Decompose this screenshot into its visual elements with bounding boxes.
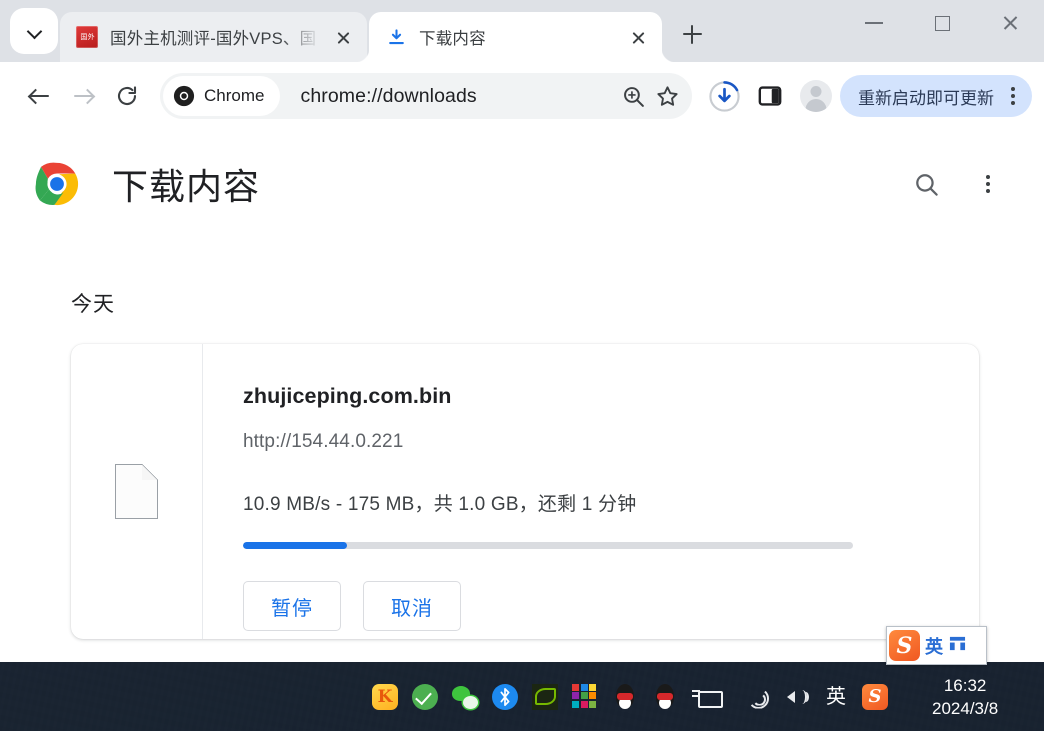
close-icon: [631, 30, 646, 45]
taskbar-clock[interactable]: 16:32 2024/3/8: [932, 674, 998, 720]
page-title: 下载内容: [112, 166, 261, 207]
volume-icon[interactable]: [786, 686, 810, 708]
side-panel-icon: [758, 86, 782, 106]
wechat-icon[interactable]: [452, 684, 478, 710]
sogou-input-mode-label[interactable]: 英: [925, 633, 943, 659]
wifi-icon[interactable]: [746, 686, 770, 708]
kebab-menu-icon[interactable]: [1002, 85, 1024, 107]
zoom-in-button[interactable]: [616, 79, 650, 113]
search-icon: [915, 173, 938, 196]
download-file-icon-column: [71, 344, 203, 639]
bookmark-button[interactable]: [650, 79, 684, 113]
nvidia-icon[interactable]: [532, 683, 558, 710]
download-favicon: [385, 26, 407, 48]
chevron-down-icon: [28, 25, 41, 38]
tab-strip: 国外主机测评-国外VPS、国 下载内容: [0, 0, 1044, 62]
tab-label: 国外主机测评-国外VPS、国: [110, 30, 317, 48]
qq-icon-2[interactable]: [652, 683, 678, 710]
downloads-progress-icon: [708, 80, 740, 112]
taskbar-system-tray: 英 S 16:32 2024/3/8: [746, 674, 1044, 720]
downloads-page: zhujiceping.com 下载内容: [0, 130, 1044, 662]
download-status-text: 10.9 MB/s - 175 MB，共 1.0 GB，还剩 1 分钟: [243, 494, 637, 515]
downloads-page-header: 下载内容: [0, 130, 1044, 210]
new-tab-button[interactable]: [670, 12, 714, 56]
zoom-in-icon: [623, 86, 644, 107]
chrome-logo-icon: [173, 85, 195, 107]
taskbar-tray-icons: K: [372, 683, 723, 710]
downloads-menu-button[interactable]: [972, 168, 1004, 200]
reload-icon: [117, 86, 137, 105]
bluetooth-icon[interactable]: [492, 683, 518, 710]
download-actions: 暂停 取消: [243, 581, 979, 631]
windows-taskbar: K 英 S 16:32 2024/3/8: [0, 662, 1044, 731]
update-button-label: 重新启动即可更新: [858, 88, 994, 108]
profile-button[interactable]: [794, 74, 838, 118]
forward-button[interactable]: [62, 75, 104, 117]
arrow-right-icon: [72, 85, 95, 108]
search-downloads-button[interactable]: [910, 168, 942, 200]
update-button[interactable]: 重新启动即可更新: [840, 75, 1032, 117]
maximize-button[interactable]: [908, 0, 976, 46]
download-progress-bar: [243, 542, 853, 549]
url-text: chrome://downloads: [300, 84, 477, 107]
sogou-ime-floating-bar[interactable]: S 英: [886, 626, 987, 665]
cancel-button[interactable]: 取消: [363, 581, 461, 631]
tab-website[interactable]: 国外主机测评-国外VPS、国: [60, 12, 367, 62]
ime-indicator[interactable]: 英: [826, 687, 846, 707]
clock-time: 16:32: [943, 675, 987, 695]
close-window-button[interactable]: [976, 0, 1044, 46]
chrome-browser-window: 国外主机测评-国外VPS、国 下载内容: [0, 0, 1044, 662]
side-panel-button[interactable]: [748, 74, 792, 118]
sogou-logo-icon[interactable]: S: [889, 630, 920, 661]
download-source-url[interactable]: http://154.44.0.221: [243, 431, 979, 453]
close-icon: [1002, 15, 1019, 32]
file-icon: [115, 463, 159, 519]
reload-button[interactable]: [106, 75, 148, 117]
close-icon: [336, 30, 351, 45]
tab-close-button[interactable]: [329, 23, 357, 51]
plus-icon: [682, 24, 702, 44]
window-controls: [840, 0, 1044, 62]
site-favicon: [76, 26, 98, 48]
arrow-left-icon: [28, 85, 51, 108]
chrome-logo-icon: [35, 162, 79, 206]
back-button[interactable]: [18, 75, 60, 117]
download-item-card[interactable]: zhujiceping.com.bin http://154.44.0.221 …: [71, 344, 979, 639]
download-filename: zhujiceping.com.bin: [243, 384, 452, 408]
maximize-icon: [934, 15, 950, 31]
chrome-chip-label: Chrome: [204, 86, 265, 105]
section-label-today: 今天: [71, 293, 115, 316]
browser-toolbar: Chrome chrome://downloads 重新启动即可更新: [0, 62, 1044, 130]
tab-close-button[interactable]: [624, 23, 652, 51]
sogou-keyboard-icon[interactable]: [948, 635, 967, 657]
battery-icon[interactable]: [692, 684, 723, 710]
page-header-actions: [910, 168, 1004, 200]
tab-downloads[interactable]: 下载内容: [355, 12, 676, 62]
minimize-icon: [865, 22, 883, 24]
address-bar[interactable]: Chrome chrome://downloads: [160, 73, 692, 119]
pause-button[interactable]: 暂停: [243, 581, 341, 631]
star-icon: [656, 85, 678, 106]
color-grid-icon[interactable]: [572, 683, 598, 710]
avatar: [800, 80, 832, 112]
clock-date: 2024/3/8: [932, 698, 999, 718]
chrome-chip[interactable]: Chrome: [163, 76, 281, 116]
kebab-menu-icon: [977, 173, 999, 195]
download-details: zhujiceping.com.bin http://154.44.0.221 …: [203, 344, 979, 639]
checkmark-icon[interactable]: [412, 683, 438, 710]
downloads-button[interactable]: [702, 74, 746, 118]
kingsoft-icon[interactable]: K: [372, 683, 398, 710]
download-progress-fill: [243, 542, 347, 549]
qq-icon-1[interactable]: [612, 683, 638, 710]
tab-label: 下载内容: [419, 30, 486, 48]
tab-search-button[interactable]: [10, 8, 58, 54]
minimize-button[interactable]: [840, 0, 908, 46]
sogou-tray-icon[interactable]: S: [862, 683, 888, 710]
